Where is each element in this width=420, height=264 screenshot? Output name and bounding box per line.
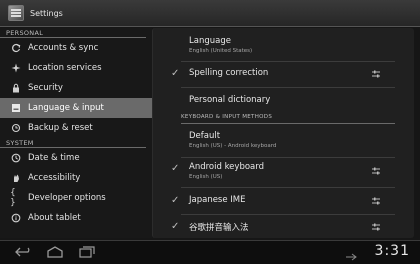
system-navigation-bar: 3:31 — [0, 240, 420, 264]
nav-item-label: Language & input — [28, 103, 104, 113]
settings-screen: Settings PERSONAL Accounts & sync Locati… — [0, 0, 420, 264]
setting-android-keyboard[interactable]: ✓ Android keyboard English (US) — [153, 162, 415, 180]
nav-item-developer-options[interactable]: { } Developer options — [0, 188, 152, 208]
divider — [181, 214, 395, 215]
setting-japanese-ime[interactable]: ✓ Japanese IME — [153, 195, 415, 209]
nav-item-label: Accounts & sync — [28, 43, 99, 53]
setting-title: Language — [189, 36, 231, 46]
setting-personal-dictionary[interactable]: Personal dictionary — [153, 95, 415, 105]
divider — [181, 157, 395, 158]
nav-item-label: Location services — [28, 63, 102, 73]
setting-google-pinyin[interactable]: ✓ 谷歌拼音输入法 — [153, 221, 415, 235]
nav-item-label: Backup & reset — [28, 123, 93, 133]
divider — [181, 123, 395, 124]
clock-time: 3:31 — [374, 243, 410, 259]
lock-icon — [10, 82, 22, 94]
language-input-panel: Language English (United States) ✓ Spell… — [152, 28, 414, 238]
backup-icon — [10, 122, 22, 134]
setting-title: Spelling correction — [189, 68, 269, 78]
section-header-system: SYSTEM — [0, 138, 146, 148]
setting-subtitle: English (US) - Android keyboard — [189, 143, 277, 149]
sliders-icon[interactable] — [371, 166, 381, 176]
setting-subtitle: English (United States) — [189, 48, 253, 54]
nav-item-backup-reset[interactable]: Backup & reset — [0, 118, 152, 138]
nav-item-label: Security — [28, 83, 63, 93]
keyboard-input-methods-header: KEYBOARD & INPUT METHODS — [181, 114, 273, 120]
divider — [181, 87, 395, 88]
section-header-personal: PERSONAL — [0, 28, 146, 38]
checkmark-icon[interactable]: ✓ — [171, 221, 179, 232]
checkmark-icon[interactable]: ✓ — [171, 68, 179, 79]
settings-app-icon[interactable] — [8, 5, 24, 21]
nav-item-label: Developer options — [28, 193, 106, 203]
usb-icon — [346, 253, 357, 261]
nav-item-label: Date & time — [28, 153, 80, 163]
checkmark-icon[interactable]: ✓ — [171, 195, 179, 206]
divider — [181, 187, 395, 188]
keyboard-icon — [10, 102, 22, 114]
recent-apps-icon[interactable] — [78, 245, 96, 259]
setting-title: Android keyboard — [189, 162, 264, 172]
info-icon — [10, 212, 22, 224]
setting-spelling-correction[interactable]: ✓ Spelling correction — [153, 68, 415, 82]
nav-item-date-time[interactable]: Date & time — [0, 148, 152, 168]
braces-icon: { } — [10, 188, 16, 208]
sliders-icon[interactable] — [371, 196, 381, 206]
setting-default-input[interactable]: Default English (US) - Android keyboard — [153, 131, 415, 149]
settings-categories: PERSONAL Accounts & sync Location servic… — [0, 28, 152, 238]
setting-title: 谷歌拼音输入法 — [189, 223, 249, 233]
nav-item-label: About tablet — [28, 213, 81, 223]
nav-item-accessibility[interactable]: Accessibility — [0, 168, 152, 188]
status-icons — [344, 247, 364, 264]
hand-icon — [10, 172, 22, 184]
sync-icon — [10, 42, 22, 54]
setting-title: Japanese IME — [189, 195, 246, 205]
setting-title: Personal dictionary — [189, 95, 271, 105]
setting-language[interactable]: Language English (United States) — [153, 36, 415, 54]
checkmark-icon[interactable]: ✓ — [171, 163, 179, 174]
location-icon — [10, 62, 22, 74]
nav-item-accounts-sync[interactable]: Accounts & sync — [0, 38, 152, 58]
nav-item-location-services[interactable]: Location services — [0, 58, 152, 78]
nav-item-label: Accessibility — [28, 173, 81, 183]
clock-icon — [10, 152, 22, 164]
sliders-icon[interactable] — [371, 69, 381, 79]
nav-item-about-tablet[interactable]: About tablet — [0, 208, 152, 228]
setting-title: Default — [189, 131, 221, 141]
action-bar: Settings — [0, 0, 420, 27]
divider — [181, 61, 395, 62]
sliders-icon[interactable] — [371, 222, 381, 232]
setting-subtitle: English (US) — [189, 174, 223, 180]
action-bar-title: Settings — [30, 8, 63, 18]
nav-item-security[interactable]: Security — [0, 78, 152, 98]
home-icon[interactable] — [46, 245, 64, 259]
nav-item-language-input[interactable]: Language & input — [0, 98, 152, 118]
back-icon[interactable] — [14, 245, 32, 259]
